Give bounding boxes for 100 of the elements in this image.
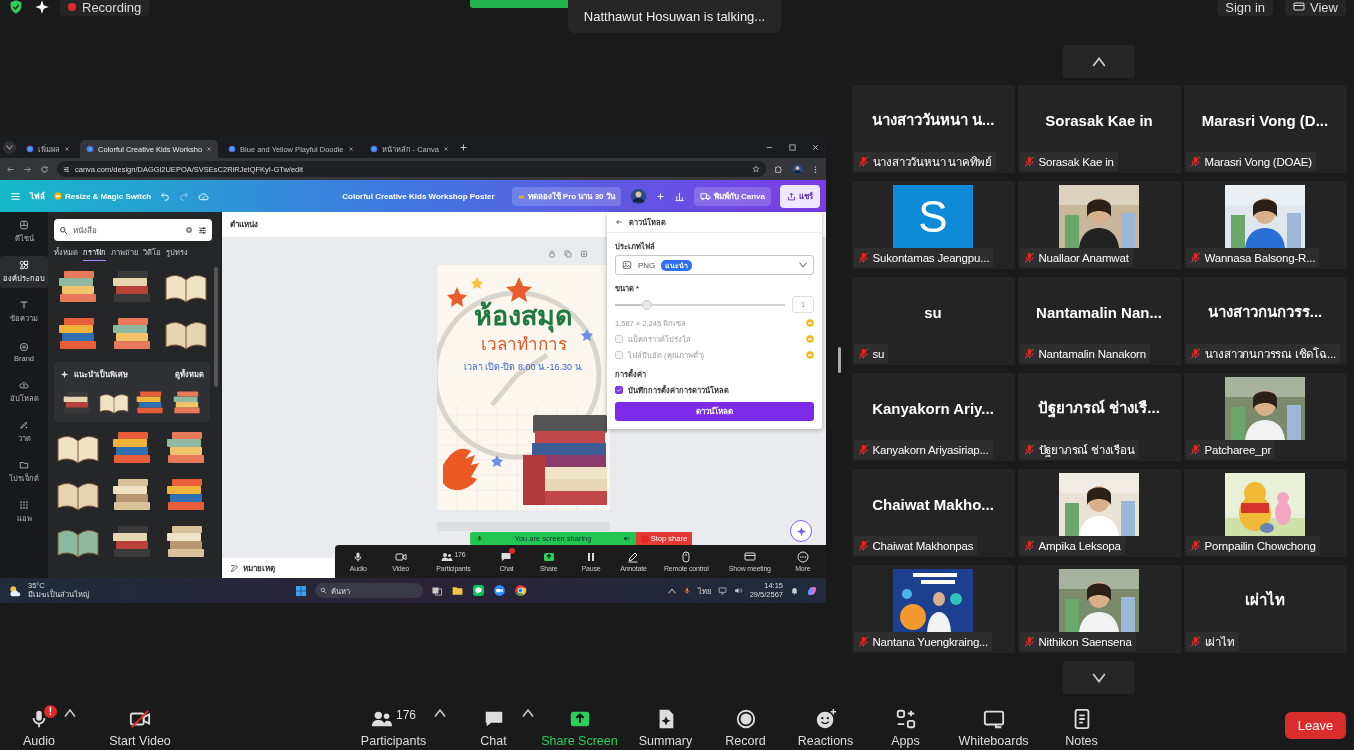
people-icon xyxy=(441,551,454,563)
avatar-icon[interactable] xyxy=(792,163,803,175)
chart-icon[interactable] xyxy=(673,190,685,202)
search-icon xyxy=(320,587,327,594)
whiteboard-icon xyxy=(982,708,1005,730)
star-icon[interactable] xyxy=(752,165,760,173)
toolbar-button[interactable]: Whiteboards xyxy=(945,702,1042,748)
site-icon xyxy=(369,145,378,153)
speaker-notice: Natthawut Hosuwan is talking... xyxy=(568,0,781,33)
participant-label: นางสาวกนกวรรณ เชิดโฉ... xyxy=(1204,346,1336,362)
browser-icon[interactable] xyxy=(514,584,527,597)
check-icon xyxy=(616,387,622,393)
caret-icon[interactable] xyxy=(521,707,534,719)
chat-app-icon[interactable] xyxy=(472,584,485,597)
magic-button[interactable] xyxy=(790,520,812,542)
shield-icon xyxy=(8,0,24,15)
upload-icon xyxy=(19,380,29,390)
poster-subtitle: เวลาทำการ xyxy=(480,336,567,353)
crown-icon xyxy=(806,319,814,327)
trial-button[interactable]: ทดลองใช้ Pro นาน 30 วัน xyxy=(511,186,621,206)
caret-icon xyxy=(6,144,13,151)
mic-icon[interactable] xyxy=(682,586,691,595)
participant-label: Patcharee_pr xyxy=(1204,443,1272,456)
close-icon[interactable] xyxy=(442,146,449,152)
toolbar-button[interactable]: Start Video xyxy=(90,702,190,748)
toolbar-button[interactable]: Summary xyxy=(625,702,706,748)
truck-icon xyxy=(699,190,711,202)
participant-name: Chaiwat Makho... xyxy=(872,495,994,513)
share-screen-icon xyxy=(542,551,555,563)
network-icon[interactable] xyxy=(717,586,727,595)
page-thumbnail[interactable] xyxy=(437,522,610,531)
crown-icon xyxy=(517,192,525,200)
view-button[interactable]: View xyxy=(1285,0,1346,16)
close-icon[interactable] xyxy=(206,146,213,152)
close-icon[interactable] xyxy=(347,146,354,152)
assistant-icon[interactable] xyxy=(806,584,818,597)
participant-label: Pornpailin Chowchong xyxy=(1204,539,1316,552)
print-button[interactable]: พิมพ์กับ Canva xyxy=(693,186,771,206)
toolbar-button[interactable]: Apps xyxy=(865,702,946,748)
add-icon[interactable] xyxy=(655,191,665,201)
smiley-icon xyxy=(814,708,837,730)
design-title[interactable]: Colorful Creative Kids Workshop Poster xyxy=(342,191,495,201)
search-field[interactable]: หนังสือ xyxy=(54,219,212,241)
apps-icon xyxy=(19,500,29,510)
checkbox[interactable] xyxy=(615,386,623,394)
weather-icon[interactable] xyxy=(8,583,22,598)
participant-label: Marasri Vong (DOAE) xyxy=(1204,155,1312,168)
toolbar-button[interactable]: Chat xyxy=(465,702,522,748)
brand-icon xyxy=(19,341,29,352)
folder-icon[interactable] xyxy=(451,584,464,597)
extensions-icon[interactable] xyxy=(774,164,784,174)
draw-icon xyxy=(19,420,29,430)
slider-thumb[interactable] xyxy=(642,299,653,310)
toolbar-button[interactable]: Reactions xyxy=(785,702,866,748)
tab-list-button[interactable] xyxy=(3,141,16,154)
windows-icon[interactable] xyxy=(295,584,307,597)
filter-icon[interactable] xyxy=(198,225,207,235)
scrollbar[interactable] xyxy=(214,267,218,387)
bell-icon[interactable] xyxy=(790,586,799,595)
resize-handle[interactable] xyxy=(837,347,841,373)
speaker-icon[interactable] xyxy=(733,586,743,595)
position-label[interactable]: ตำแหน่ง xyxy=(230,218,258,231)
recording-label: Recording xyxy=(82,0,142,15)
toolbar-button[interactable]: Share Screen xyxy=(533,702,626,748)
caret-icon[interactable] xyxy=(64,707,76,719)
leave-button[interactable]: Leave xyxy=(1285,711,1346,739)
toolbar-button[interactable]: Record xyxy=(705,702,786,748)
share-button[interactable]: แชร์ xyxy=(780,184,820,208)
caret-icon[interactable] xyxy=(667,586,676,595)
alert-badge: ! xyxy=(44,705,57,718)
close-icon[interactable] xyxy=(811,143,820,152)
new-tab-icon[interactable] xyxy=(458,143,468,152)
video-app-icon[interactable] xyxy=(493,584,506,597)
download-button[interactable]: ดาวน์โหลด xyxy=(615,402,814,421)
reload-icon[interactable] xyxy=(40,164,49,174)
letter-avatar: S xyxy=(893,185,973,248)
toolbar-button[interactable]: 176 Participants xyxy=(353,702,434,748)
share-icon xyxy=(787,191,796,201)
toolbar-button[interactable]: Notes xyxy=(1041,702,1122,748)
forward-icon[interactable] xyxy=(23,164,32,174)
participant-name: Nantamalin Nan... xyxy=(1036,303,1162,321)
maximize-icon[interactable] xyxy=(788,143,797,152)
toolbar-button[interactable]: ! Audio xyxy=(14,702,64,748)
avatar-icon[interactable] xyxy=(629,187,647,205)
cloud-saved-icon xyxy=(198,190,210,202)
site-icon xyxy=(86,145,94,153)
clear-icon[interactable] xyxy=(185,226,193,234)
recording-indicator[interactable]: Recording xyxy=(60,0,150,16)
close-icon[interactable] xyxy=(64,146,70,152)
site-info-icon[interactable] xyxy=(63,165,70,173)
poster[interactable]: ห้องสมุด เวลาทำการ เวลา เปิด-ปิด 8.00 น.-16.30 น. xyxy=(437,265,610,510)
camera-off-icon xyxy=(129,708,151,730)
caret-icon[interactable] xyxy=(433,707,446,719)
back-icon[interactable] xyxy=(6,164,15,174)
monitor-icon xyxy=(743,551,756,563)
sparkle-icon[interactable] xyxy=(34,0,50,15)
notes-button[interactable]: หมายเหตุ xyxy=(243,561,275,575)
back-icon[interactable] xyxy=(615,218,623,226)
participant-label: Sukontamas Jeangpu... xyxy=(872,251,990,264)
sign-in-button[interactable]: Sign in xyxy=(1217,0,1274,16)
